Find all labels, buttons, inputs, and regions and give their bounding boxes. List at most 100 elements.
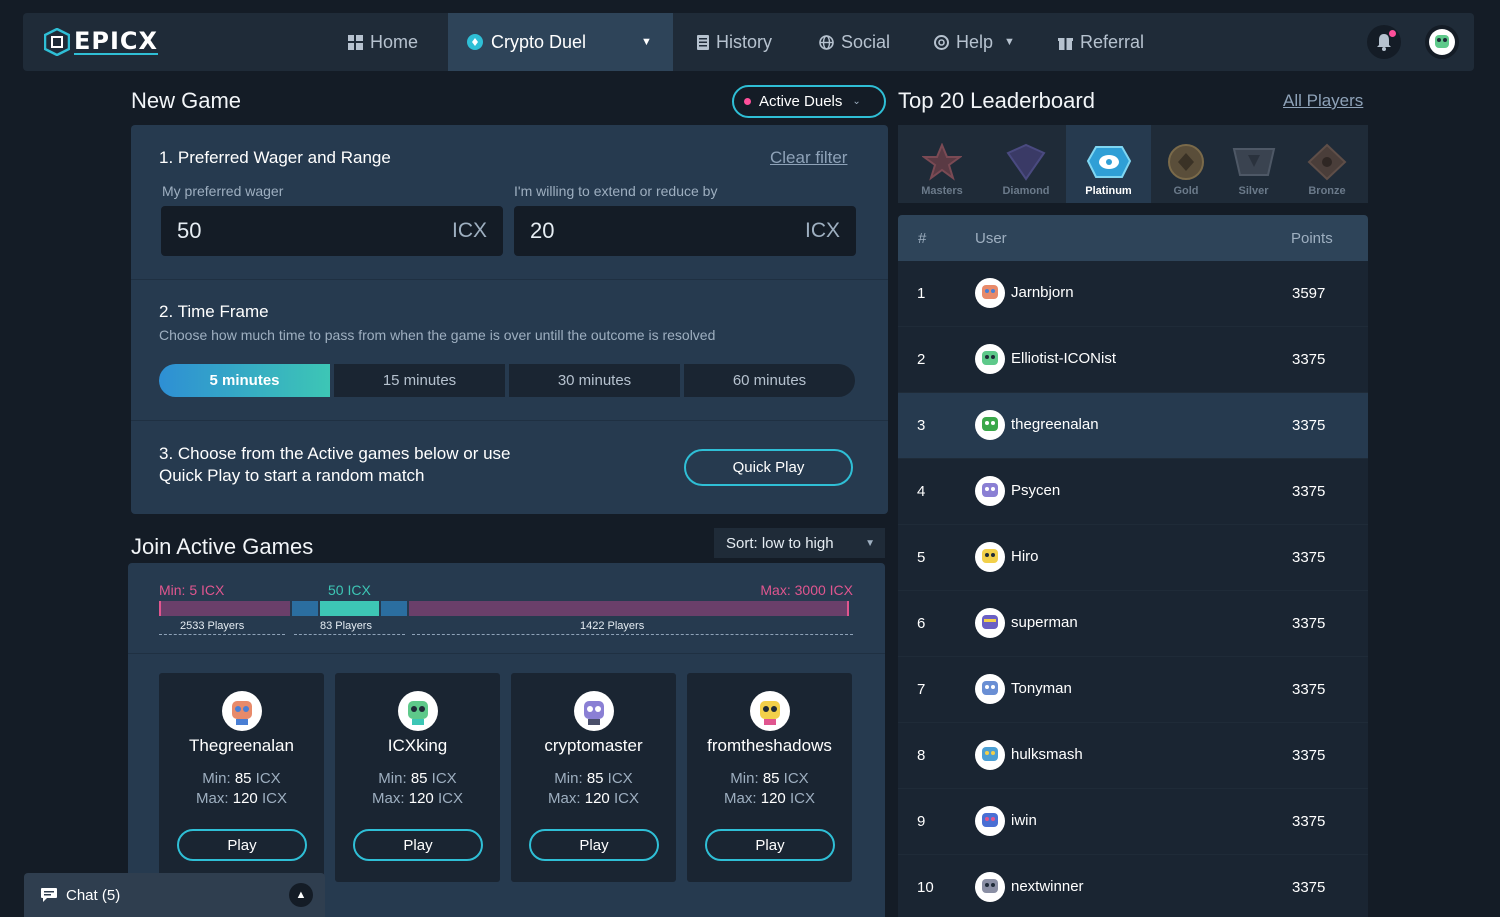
tier-tab-gold[interactable]: Gold: [1151, 125, 1221, 203]
range-value: 20: [530, 218, 555, 243]
max-word: Max:: [724, 790, 757, 807]
time-option-15[interactable]: 15 minutes: [334, 364, 505, 397]
leaderboard-row[interactable]: 9 iwin 3375: [898, 789, 1368, 855]
play-button[interactable]: Play: [529, 829, 659, 861]
min-value: 85: [234, 770, 252, 787]
username: nextwinner: [1011, 878, 1084, 895]
time-subtitle: Choose how much time to pass from when t…: [159, 327, 716, 343]
sort-label: Sort: low to high: [726, 534, 834, 552]
leaderboard-row[interactable]: 7 Tonyman 3375: [898, 657, 1368, 723]
time-frame-selector: 5 minutes 15 minutes 30 minutes 60 minut…: [159, 364, 855, 397]
user-avatar[interactable]: [1425, 25, 1459, 59]
live-dot: [744, 98, 751, 105]
all-players-link[interactable]: All Players: [1283, 91, 1363, 111]
wager-title: 1. Preferred Wager and Range: [159, 148, 391, 167]
nav-social[interactable]: Social: [819, 13, 890, 71]
bar-segment-range-low: [292, 601, 318, 616]
leaderboard-row[interactable]: 6 superman 3375: [898, 591, 1368, 657]
rank: 5: [917, 549, 926, 566]
globe-icon: [819, 34, 834, 50]
rank: 7: [917, 681, 926, 698]
lifebuoy-icon: [934, 34, 949, 50]
min-word: Min:: [730, 770, 759, 787]
player-name: cryptomaster: [544, 736, 643, 755]
tier-tab-masters[interactable]: Masters: [898, 125, 986, 203]
wager-input[interactable]: 50 ICX: [161, 206, 503, 256]
play-button[interactable]: Play: [177, 829, 307, 861]
quick-play-button[interactable]: Quick Play: [684, 449, 853, 486]
wager-section: 1. Preferred Wager and Range Clear filte…: [131, 125, 888, 280]
user-avatar: [975, 608, 1005, 638]
robot-avatar-icon: [982, 351, 998, 365]
min-wager: Min: 85 ICX: [335, 770, 500, 787]
tier-tab-diamond[interactable]: Diamond: [986, 125, 1066, 203]
max-wager: Max: 120 ICX: [335, 790, 500, 807]
chevron-up-icon[interactable]: ▲: [289, 883, 313, 907]
username: thegreenalan: [1011, 416, 1099, 433]
range-input[interactable]: 20 ICX: [514, 206, 856, 256]
masters-badge-icon: [922, 143, 962, 181]
new-game-panel: 1. Preferred Wager and Range Clear filte…: [131, 125, 888, 514]
play-button[interactable]: Play: [705, 829, 835, 861]
time-option-5[interactable]: 5 minutes: [159, 364, 330, 397]
platinum-badge-icon: [1086, 146, 1131, 178]
tier-tab-bronze[interactable]: Bronze: [1286, 125, 1368, 203]
max-word: Max:: [372, 790, 405, 807]
nav-referral[interactable]: Referral: [1058, 13, 1144, 71]
leaderboard-row[interactable]: 2 Elliotist-ICONist 3375: [898, 327, 1368, 393]
time-option-30[interactable]: 30 minutes: [509, 364, 680, 397]
epicx-logo[interactable]: EPICX: [44, 27, 159, 57]
chevron-down-icon: ▼: [1004, 36, 1015, 48]
robot-avatar-icon: [760, 701, 780, 725]
chat-bar[interactable]: Chat (5) ▲: [24, 873, 325, 917]
time-option-60[interactable]: 60 minutes: [684, 364, 855, 397]
points: 3375: [1292, 417, 1326, 434]
nav-home[interactable]: Home: [348, 13, 418, 71]
icx-coin-icon: [467, 34, 483, 50]
count-mid: 83 Players: [320, 620, 372, 632]
play-button[interactable]: Play: [353, 829, 483, 861]
points: 3375: [1292, 351, 1326, 368]
robot-avatar-icon: [982, 813, 998, 827]
user-avatar: [975, 542, 1005, 572]
leaderboard-row[interactable]: 8 hulksmash 3375: [898, 723, 1368, 789]
choose-line-1: 3. Choose from the Active games below or…: [159, 444, 511, 463]
range-max-label: Max: 3000 ICX: [760, 582, 853, 598]
rank: 4: [917, 483, 926, 500]
wager-distribution-bar[interactable]: [159, 601, 853, 616]
leaderboard-row[interactable]: 5 Hiro 3375: [898, 525, 1368, 591]
time-title: 2. Time Frame: [159, 302, 269, 321]
active-duels-dropdown[interactable]: Active Duels ⌄: [732, 85, 886, 118]
leaderboard-row[interactable]: 1 Jarnbjorn 3597: [898, 261, 1368, 327]
clear-filter-link[interactable]: Clear filter: [770, 148, 847, 168]
range-unit: ICX: [804, 219, 840, 242]
points: 3375: [1292, 681, 1326, 698]
sort-dropdown[interactable]: Sort: low to high ▼: [714, 528, 885, 558]
unit: ICX: [437, 790, 463, 807]
rank: 6: [917, 615, 926, 632]
points: 3375: [1292, 549, 1326, 566]
robot-avatar-icon: [982, 747, 998, 761]
robot-avatar-icon: [982, 681, 998, 695]
nav-home-label: Home: [370, 31, 419, 52]
leaderboard-row[interactable]: 4 Psycen 3375: [898, 459, 1368, 525]
count-right: 1422 Players: [580, 620, 645, 632]
nav-crypto-duel[interactable]: Crypto Duel ▼: [448, 13, 673, 71]
time-section: 2. Time Frame: [131, 280, 888, 421]
tier-tab-silver[interactable]: Silver: [1221, 125, 1286, 203]
silver-badge-icon: [1232, 148, 1275, 176]
nav-history[interactable]: History: [697, 13, 772, 71]
max-wager: Max: 120 ICX: [687, 790, 852, 807]
leaderboard-row-current-user[interactable]: 3 thegreenalan 3375: [898, 393, 1368, 459]
nav-crypto-duel-label: Crypto Duel: [491, 31, 587, 52]
unit: ICX: [783, 770, 809, 787]
points: 3375: [1292, 483, 1326, 500]
player-name: ICXking: [387, 736, 448, 755]
notifications-button[interactable]: [1367, 25, 1401, 59]
tier-tab-platinum[interactable]: Platinum: [1066, 125, 1151, 203]
robot-avatar-icon: [982, 549, 998, 563]
nav-help[interactable]: Help ▼: [934, 13, 1015, 71]
leaderboard-row[interactable]: 10 nextwinner 3375: [898, 855, 1368, 917]
robot-avatar-icon: [982, 285, 998, 299]
robot-avatar-icon: [982, 417, 998, 431]
